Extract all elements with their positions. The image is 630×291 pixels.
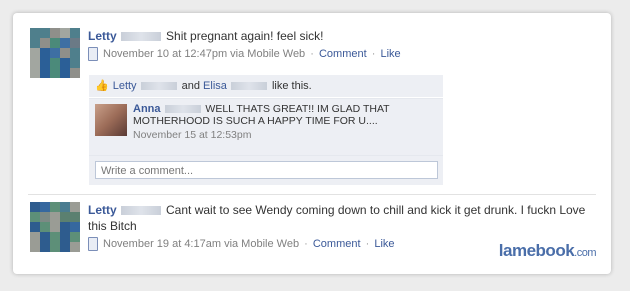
- thumbs-up-icon: 👍: [95, 80, 109, 92]
- comment-link[interactable]: Comment: [319, 48, 367, 60]
- liker-link[interactable]: Elisa: [203, 80, 227, 92]
- author-link[interactable]: Letty: [88, 29, 117, 43]
- avatar[interactable]: [30, 28, 80, 78]
- likes-and: and: [181, 80, 200, 92]
- lamebook-logo: lamebook.com: [498, 241, 597, 261]
- avatar[interactable]: [30, 202, 80, 252]
- likes-bar: 👍 Letty and Elisa like this.: [89, 75, 443, 97]
- liker-link[interactable]: Letty: [113, 80, 137, 92]
- separator: ·: [371, 48, 376, 60]
- commenter-avatar[interactable]: [95, 104, 127, 136]
- timestamp: November 10 at 12:47pm via Mobile Web: [103, 48, 306, 60]
- likes-suffix: like this.: [271, 80, 312, 92]
- like-link[interactable]: Like: [380, 48, 400, 60]
- commenter-link[interactable]: Anna: [133, 103, 161, 115]
- logo-brand: lamebook: [498, 241, 575, 260]
- comment: Anna WELL THATS GREAT!! IM GLAD THAT MOT…: [89, 98, 443, 155]
- like-link[interactable]: Like: [374, 238, 394, 250]
- story-meta: November 10 at 12:47pm via Mobile Web · …: [88, 47, 588, 62]
- redacted-surname: [230, 82, 267, 91]
- separator: ·: [304, 238, 308, 250]
- comment-input[interactable]: Write a comment...: [95, 161, 438, 179]
- story-body: Letty Shit pregnant again! feel sick! No…: [88, 28, 588, 62]
- write-comment-area: Write a comment...: [89, 155, 443, 185]
- separator: ·: [310, 48, 314, 60]
- divider: [28, 194, 596, 195]
- redacted-surname: [164, 105, 201, 114]
- status-text: Shit pregnant again! feel sick!: [166, 29, 324, 43]
- redacted-surname: [120, 206, 161, 216]
- comment-timestamp: November 15 at 12:53pm: [133, 129, 252, 141]
- timestamp: November 19 at 4:17am via Mobile Web: [103, 238, 300, 250]
- mobile-phone-icon: [88, 47, 98, 62]
- redacted-surname: [120, 32, 161, 42]
- comment-link[interactable]: Comment: [313, 238, 361, 250]
- screenshot-card: Letty Shit pregnant again! feel sick! No…: [13, 13, 611, 274]
- separator: ·: [365, 238, 370, 250]
- status-text: Cant wait to see Wendy coming down to ch…: [88, 203, 586, 233]
- logo-tld: .com: [574, 247, 596, 259]
- author-link[interactable]: Letty: [88, 203, 117, 217]
- redacted-surname: [140, 82, 177, 91]
- mobile-phone-icon: [88, 237, 98, 252]
